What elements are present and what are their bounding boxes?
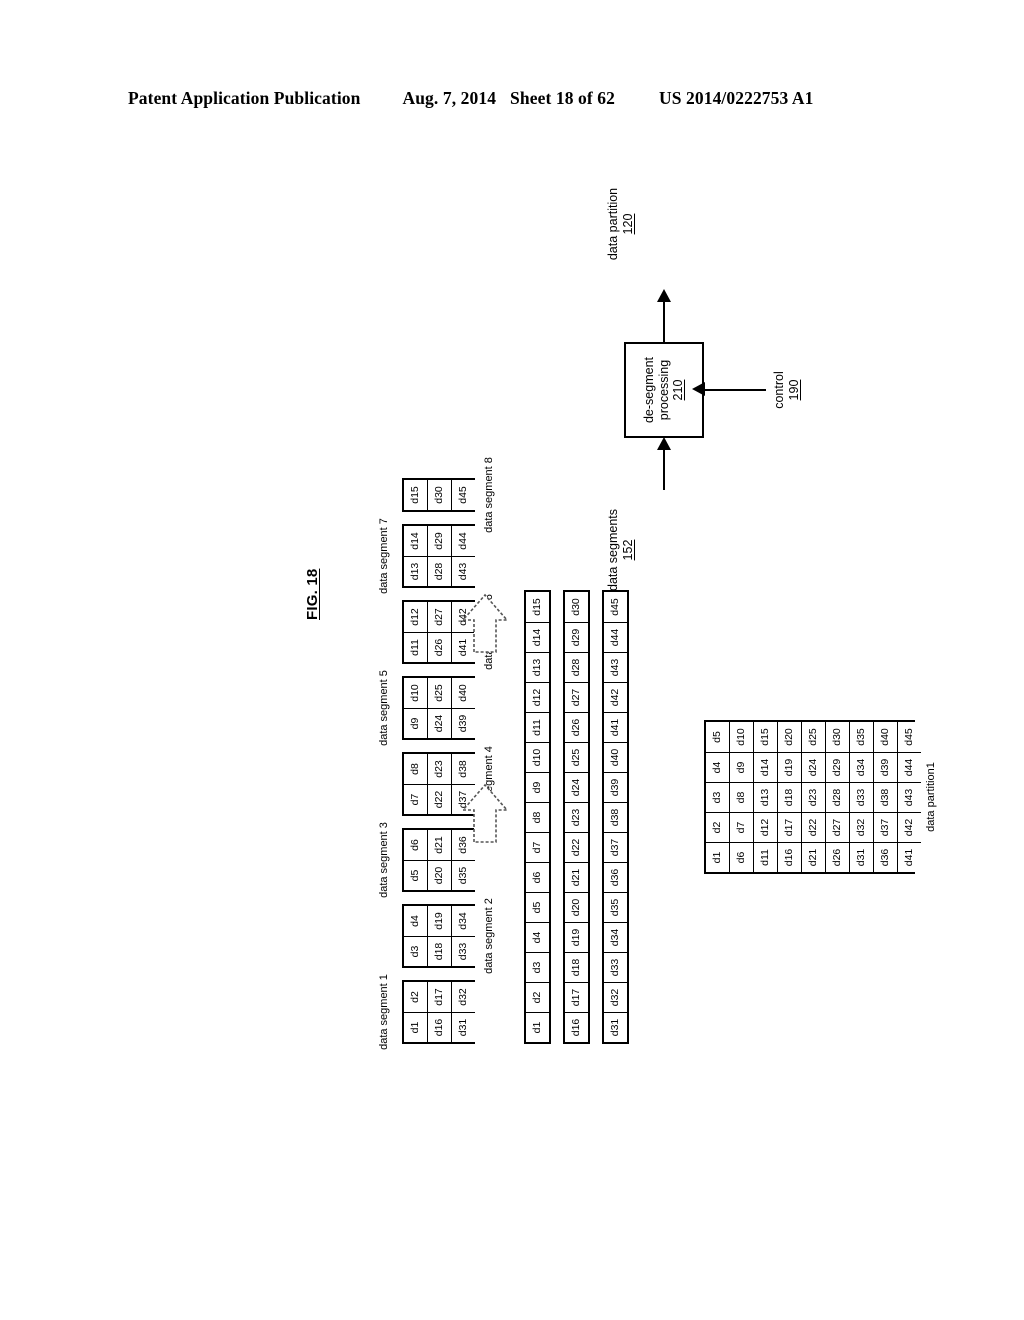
output-arrowhead	[657, 289, 671, 302]
output-label-text: data partition	[606, 187, 620, 261]
data-partition-row: d31 d32 d33 d34 d35	[850, 722, 874, 872]
data-cell: d39	[874, 752, 897, 782]
control-label-ref: 190	[786, 379, 801, 401]
input-label-ref: 152	[620, 539, 635, 561]
data-cell: d32	[850, 812, 873, 842]
input-label: data segments 152	[606, 495, 635, 605]
process-flow-diagram: data segments 152 de-segment processing …	[192, 188, 832, 1090]
input-arrowhead	[657, 437, 671, 450]
figure-label: FIG. 18	[304, 568, 321, 620]
output-label: data partition 120	[606, 164, 635, 284]
data-cell: d41	[898, 842, 921, 872]
control-connector-line	[704, 389, 766, 391]
data-partition-label: data partition1	[925, 762, 937, 832]
data-cell: d45	[898, 722, 921, 752]
data-cell: d34	[850, 752, 873, 782]
data-partition-row: d36 d37 d38 d39 d40	[874, 722, 898, 872]
output-label-ref: 120	[620, 213, 635, 235]
data-cell: d31	[850, 842, 873, 872]
data-partition-row: d41 d42 d43 d44 d45	[898, 722, 921, 872]
figure-canvas: d1 d2 d16 d17 d31 d32 data segment 1 d3 d4 d18 d19…	[192, 188, 937, 1090]
proc-box-ref: 210	[671, 379, 686, 401]
control-arrowhead	[692, 382, 705, 396]
data-cell: d36	[874, 842, 897, 872]
data-cell: d40	[874, 722, 897, 752]
data-cell: d42	[898, 812, 921, 842]
control-label-text: control	[772, 371, 786, 409]
input-connector-line	[663, 446, 665, 490]
data-cell: d33	[850, 782, 873, 812]
output-connector-line	[663, 298, 665, 342]
data-cell: d44	[898, 752, 921, 782]
figure-stage: d1 d2 d16 d17 d31 d32 data segment 1 d3 d4 d18 d19…	[0, 0, 1024, 1320]
data-cell: d35	[850, 722, 873, 752]
control-label: control 190	[772, 345, 801, 435]
data-cell: d38	[874, 782, 897, 812]
data-cell: d43	[898, 782, 921, 812]
input-label-text: data segments	[606, 509, 620, 591]
proc-box-line2: processing	[656, 359, 671, 421]
proc-box-line1: de-segment	[642, 357, 657, 424]
data-cell: d37	[874, 812, 897, 842]
